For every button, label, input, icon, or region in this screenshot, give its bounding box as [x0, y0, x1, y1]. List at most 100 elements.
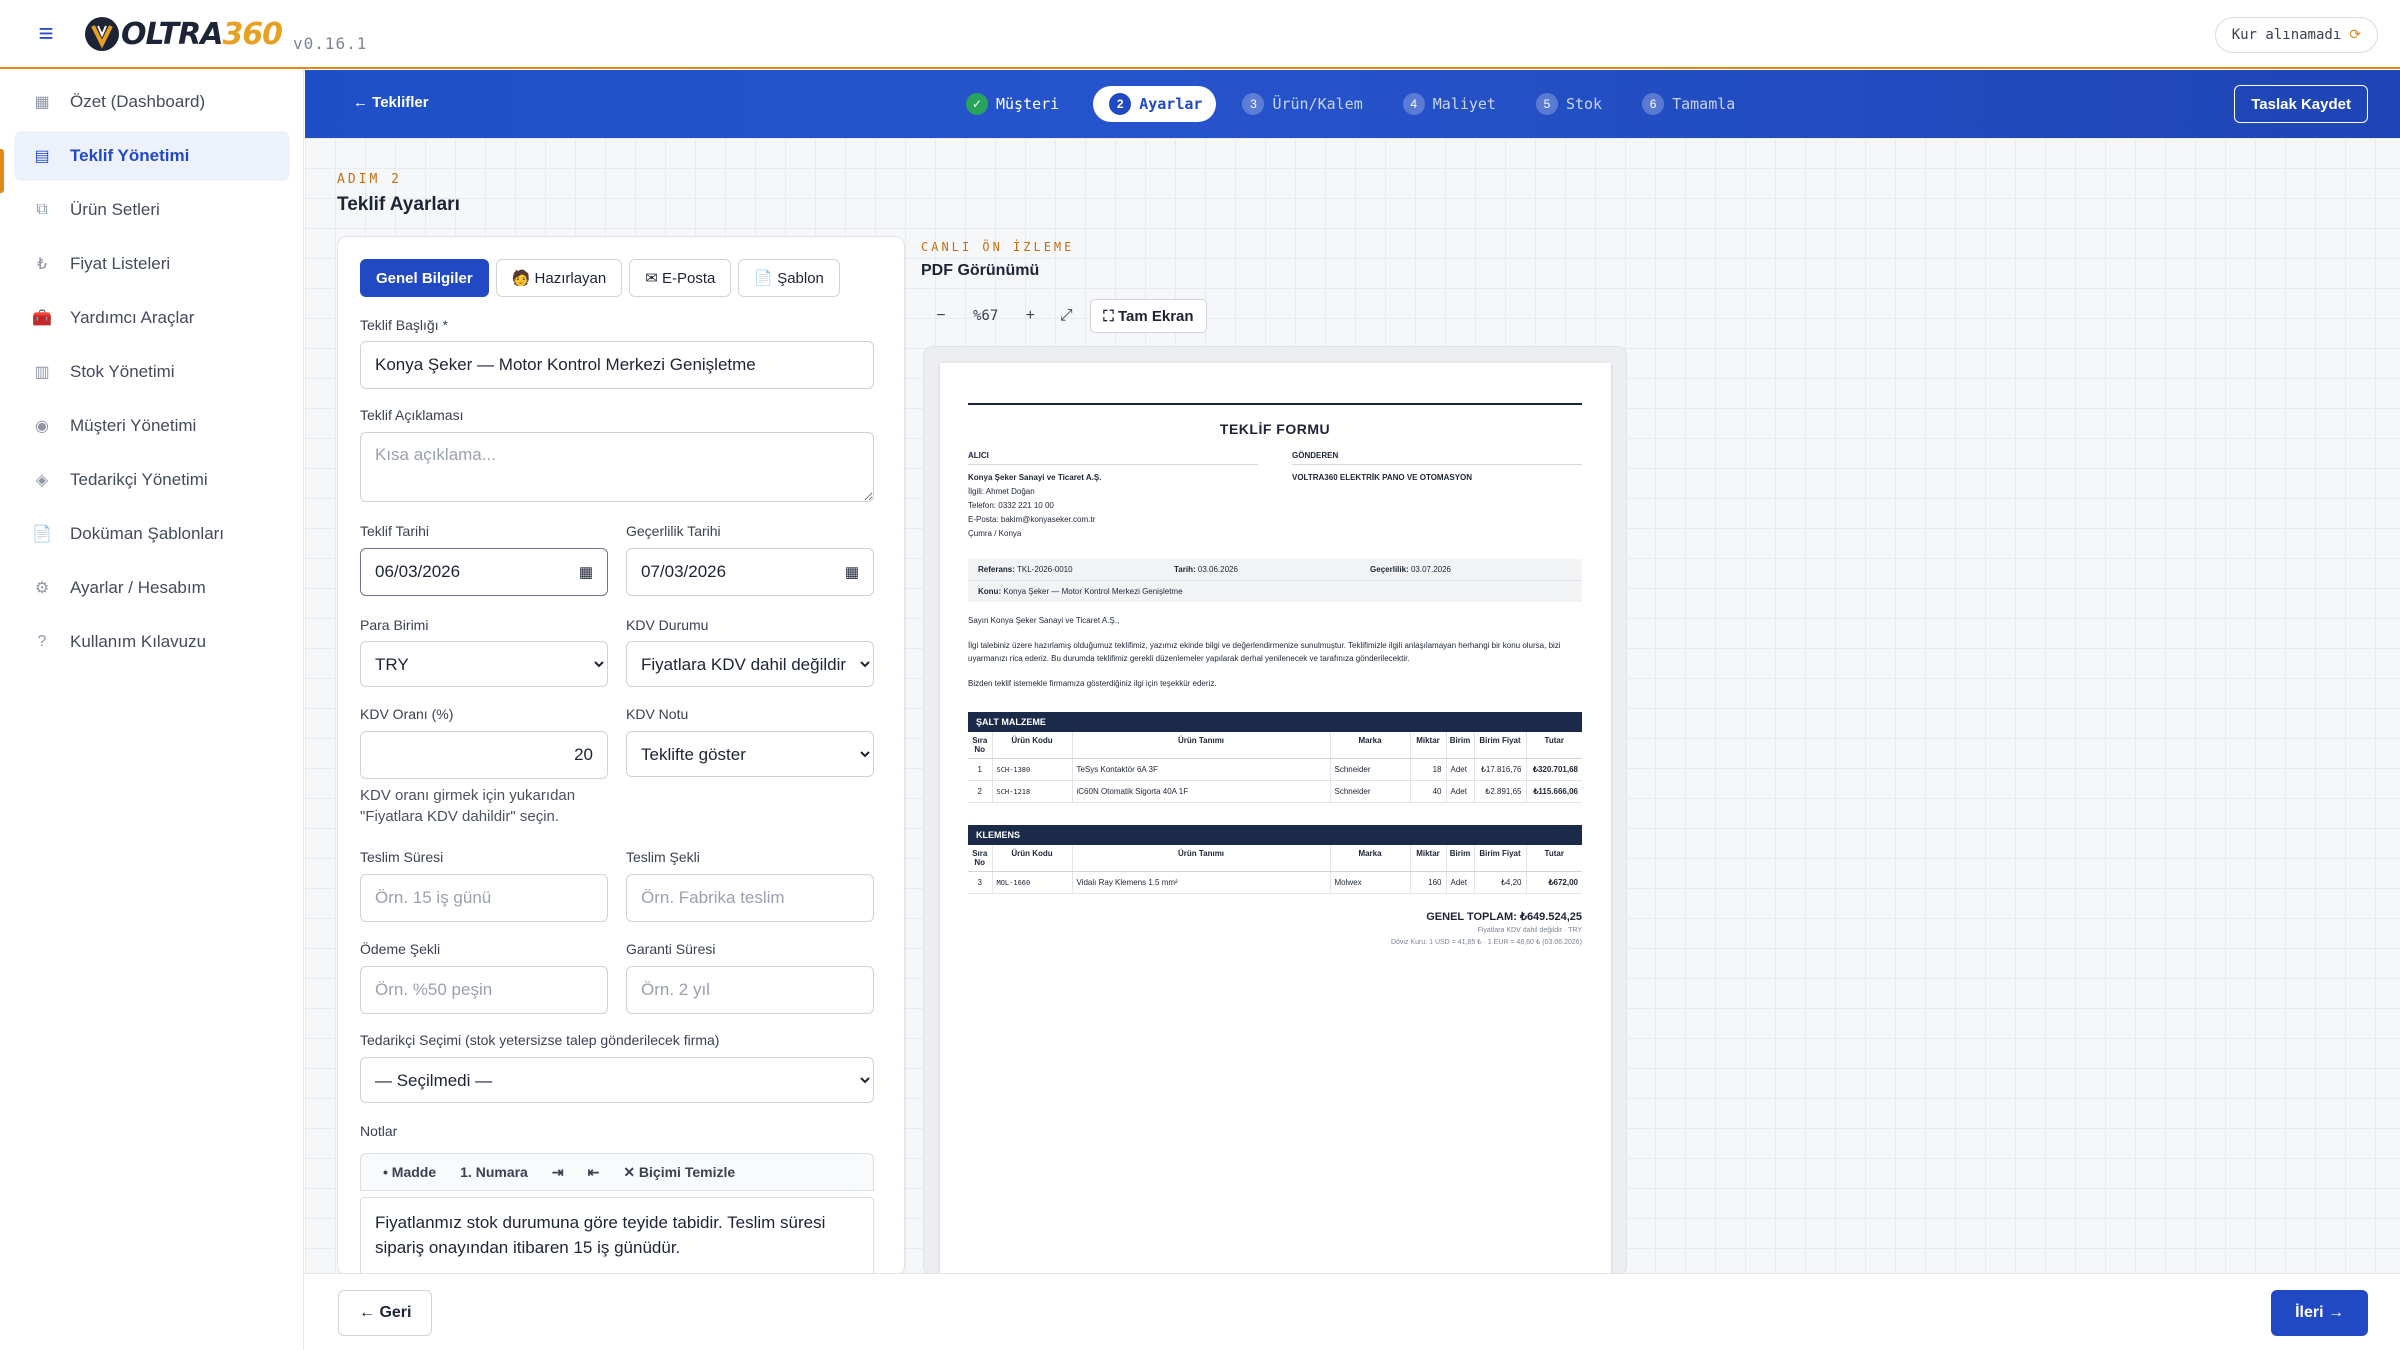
- fullscreen-button[interactable]: ⛶ Tam Ekran: [1090, 299, 1207, 333]
- page-title: Teklif Ayarları: [337, 194, 460, 215]
- exchange-rate-status[interactable]: Kur alınamadı ⟳: [2214, 17, 2378, 53]
- quote-date-value: 06/03/2026: [375, 562, 461, 581]
- pdf-valid-label: Geçerlilik:: [1370, 565, 1409, 574]
- pdf-section-header: KLEMENS: [968, 825, 1582, 845]
- wizard-step[interactable]: 5 Stok: [1530, 86, 1616, 122]
- currency-select[interactable]: TRY: [360, 641, 608, 687]
- pdf-ref-value: TKL-2026-0010: [1016, 565, 1073, 574]
- pdf-date-value: 03.06.2026: [1197, 565, 1238, 574]
- quote-description-input[interactable]: [360, 432, 874, 502]
- wizard-step[interactable]: 6 Tamamla: [1636, 86, 1749, 122]
- pdf-item-sections: ŞALT MALZEME Sıra No Ürün Kodu Ürün Tanımı M…: [968, 712, 1582, 894]
- step-label: Maliyet: [1432, 95, 1496, 113]
- form-tab[interactable]: Genel Bilgiler: [360, 259, 489, 297]
- pdf-table-cell: Adet: [1445, 780, 1474, 803]
- wizard-step[interactable]: 2 Ayarlar: [1093, 86, 1217, 122]
- document-list-icon: ▤: [34, 148, 50, 165]
- sidebar-item[interactable]: 📄 Doküman Şablonları: [14, 509, 290, 559]
- valid-date-input[interactable]: 07/03/2026 ▦: [626, 548, 874, 596]
- app-logo: OLTRA360: [85, 16, 283, 52]
- quote-date-input[interactable]: 06/03/2026 ▦: [360, 548, 608, 596]
- gear-icon: ⚙: [34, 580, 50, 597]
- vat-rate-label: KDV Oranı (%): [360, 706, 454, 722]
- sidebar-item[interactable]: ⚙ Ayarlar / Hesabım: [14, 563, 290, 613]
- calendar-icon: ▦: [844, 564, 859, 581]
- form-tab[interactable]: ✉ E-Posta: [629, 259, 732, 297]
- app-version: v0.16.1: [293, 34, 368, 53]
- fit-page-button[interactable]: ⤢: [1048, 298, 1084, 334]
- sidebar-item[interactable]: ◈ Tedarikçi Yönetimi: [14, 455, 290, 505]
- pdf-title: TEKLİF FORMU: [1219, 421, 1331, 437]
- notes-format-button[interactable]: 1. Numara: [448, 1157, 540, 1187]
- notes-editor[interactable]: Fiyatlanmız stok durumuna göre teyide ta…: [360, 1197, 874, 1275]
- vat-note-label: KDV Notu: [626, 706, 689, 722]
- sidebar-item[interactable]: ◉ Müşteri Yönetimi: [14, 401, 290, 451]
- pdf-column-header: Birim Fiyat: [1473, 845, 1526, 872]
- pdf-receiver-line: İlgili: Ahmet Doğan: [968, 487, 1035, 496]
- vat-rate-input[interactable]: [360, 731, 608, 779]
- pdf-subject-label: Konu:: [978, 587, 1002, 596]
- pdf-receiver-line: Telefon: 0332 221 10 00: [968, 501, 1054, 510]
- supplier-label: Tedarikçi Seçimi (stok yetersizse talep …: [360, 1032, 720, 1048]
- save-draft-button[interactable]: Taslak Kaydet: [2234, 85, 2368, 123]
- wizard-step[interactable]: 4 Maliyet: [1397, 86, 1510, 122]
- warranty-input[interactable]: [626, 966, 874, 1014]
- sidebar-item[interactable]: 🧰 Yardımcı Araçlar: [14, 293, 290, 343]
- supplier-select[interactable]: — Seçilmedi —: [360, 1057, 874, 1103]
- step-label: Müşteri: [996, 95, 1060, 113]
- valid-date-value: 07/03/2026: [641, 562, 727, 581]
- pdf-receiver-name: Konya Şeker Sanayi ve Ticaret A.Ş.: [968, 473, 1102, 482]
- payment-label: Ödeme Şekli: [360, 941, 441, 957]
- sidebar-item-label: Yardımcı Araçlar: [70, 308, 195, 327]
- sidebar-item[interactable]: ▥ Stok Yönetimi: [14, 347, 290, 397]
- menu-icon[interactable]: ≡: [33, 19, 59, 47]
- sidebar-item-label: Ayarlar / Hesabım: [70, 578, 206, 597]
- zoom-out-button[interactable]: −: [923, 298, 959, 334]
- pdf-table-cell: Vidalı Ray Klemens 1.5 mm²: [1071, 871, 1330, 894]
- quote-title-input[interactable]: [360, 341, 874, 389]
- zoom-in-button[interactable]: +: [1012, 298, 1048, 334]
- pdf-table-cell: 1: [968, 758, 992, 781]
- pdf-table-cell: Schneider: [1329, 758, 1410, 781]
- main-content: ADIM 2 Teklif Ayarları Genel Bilgiler 🧑 H…: [305, 138, 2400, 1276]
- sidebar-item[interactable]: ⧉ Ürün Setleri: [14, 185, 290, 235]
- form-tab[interactable]: 📄 Şablon: [738, 259, 840, 297]
- sidebar-item-label: Doküman Şablonları: [70, 524, 225, 543]
- wizard-steps: ✓ Müşteri 2 Ayarlar 3 Ürün/Kalem 4 Maliyet 5 Stok…: [960, 84, 1749, 124]
- vat-status-select[interactable]: Fiyatlara KDV dahil değildir: [626, 641, 874, 687]
- delivery-time-input[interactable]: [360, 874, 608, 922]
- notes-format-button[interactable]: ⇤: [576, 1157, 612, 1187]
- pdf-top-rule: [968, 403, 1582, 405]
- sidebar-item[interactable]: ▤ Teklif Yönetimi: [14, 131, 290, 181]
- form-tabs: Genel Bilgiler 🧑 Hazırlayan ✉ E-Posta 📄 Şab…: [360, 259, 840, 297]
- wizard-step[interactable]: 3 Ürün/Kalem: [1236, 86, 1376, 122]
- pdf-subject-value: Konya Şeker — Motor Kontrol Merkezi Geni…: [1003, 587, 1183, 596]
- pdf-column-header: Birim: [1445, 732, 1474, 759]
- pdf-table-cell: ₺115.666,06: [1525, 780, 1582, 803]
- sidebar-item[interactable]: ▦ Özet (Dashboard): [14, 77, 290, 127]
- back-button[interactable]: ← Geri: [338, 1290, 433, 1336]
- pdf-table-cell: Adet: [1445, 758, 1474, 781]
- vat-note-select[interactable]: Teklifte göster: [626, 731, 874, 777]
- notes-format-button[interactable]: ✕ Biçimi Temizle: [611, 1157, 747, 1187]
- user-icon: ◉: [35, 418, 49, 435]
- delivery-type-input[interactable]: [626, 874, 874, 922]
- pdf-preview-frame[interactable]: TEKLİF FORMU ALICI Konya Şeker Sanayi ve…: [923, 346, 1627, 1276]
- wizard-step[interactable]: ✓ Müşteri: [960, 86, 1073, 122]
- refresh-icon: ⟳: [2349, 27, 2361, 43]
- step-label: Ayarlar: [1139, 95, 1203, 113]
- zoom-controls: − %67 + ⤢ ⛶ Tam Ekran: [923, 298, 1207, 334]
- currency-label: Para Birimi: [360, 617, 429, 633]
- back-to-quotes-link[interactable]: ← Teklifler: [353, 94, 429, 111]
- notes-format-button[interactable]: ⇥: [540, 1157, 576, 1187]
- step-number: 2: [1109, 93, 1132, 115]
- sidebar-item[interactable]: ? Kullanım Kılavuzu: [14, 617, 290, 667]
- notes-format-button[interactable]: • Madde: [371, 1157, 448, 1187]
- pdf-column-header: Miktar: [1409, 732, 1446, 759]
- form-tab[interactable]: 🧑 Hazırlayan: [495, 259, 623, 297]
- next-button[interactable]: İleri →: [2271, 1290, 2368, 1336]
- pdf-date-label: Tarih:: [1174, 565, 1196, 574]
- sidebar-item-label: Kullanım Kılavuzu: [70, 632, 207, 651]
- payment-input[interactable]: [360, 966, 608, 1014]
- sidebar-item[interactable]: ₺ Fiyat Listeleri: [14, 239, 290, 289]
